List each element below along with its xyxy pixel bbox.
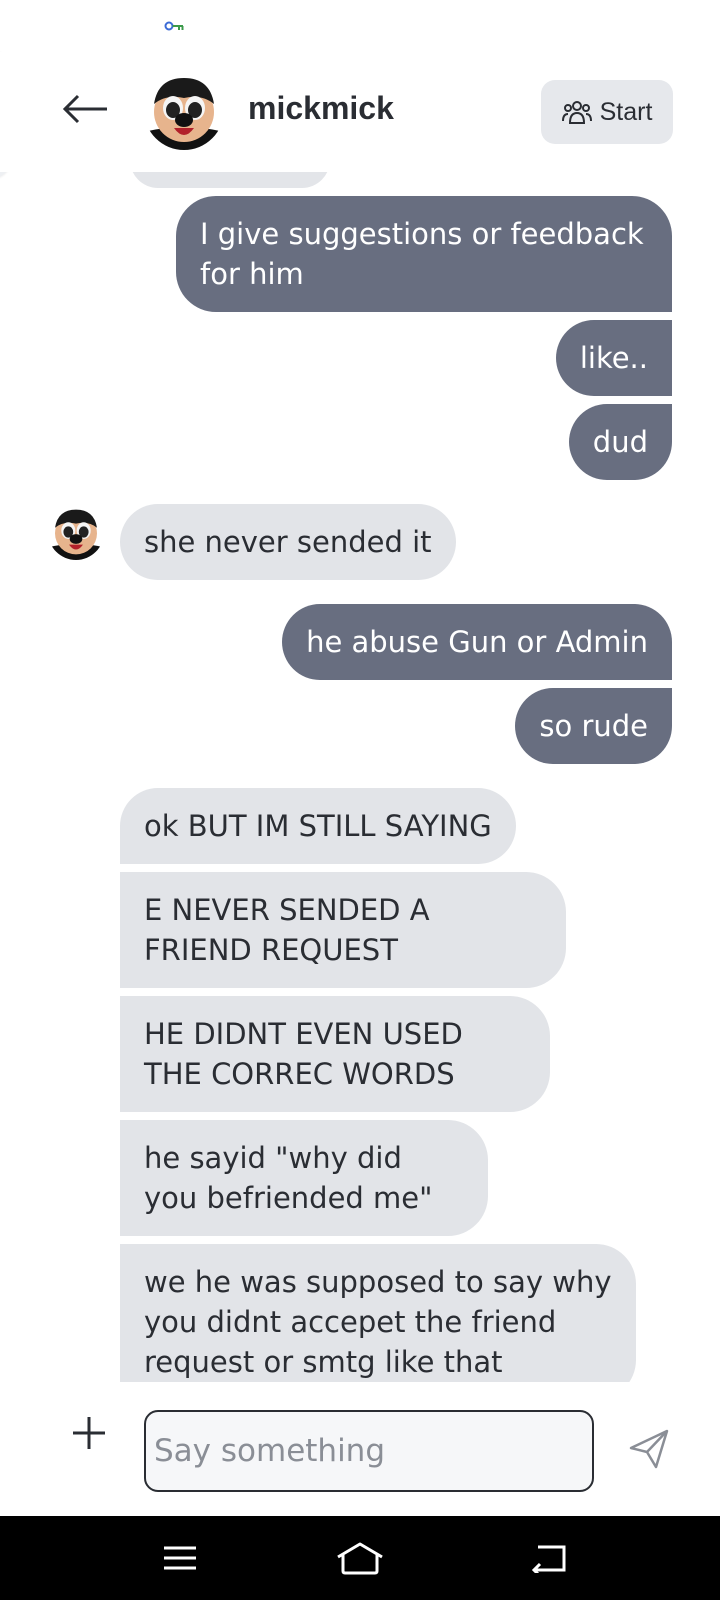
avatar[interactable] <box>144 70 224 150</box>
message-bubble-incoming[interactable]: he sayid "why did you befriended me" <box>120 1120 488 1236</box>
add-attachment-button[interactable] <box>64 1408 114 1458</box>
message-input-box[interactable] <box>144 1410 594 1492</box>
back-button[interactable] <box>56 84 116 134</box>
plus-icon <box>73 1417 105 1449</box>
back-nav-icon <box>531 1545 566 1573</box>
message-bubble-outgoing[interactable]: so rude <box>515 688 672 764</box>
mouse-avatar-icon <box>48 504 104 560</box>
message-input[interactable] <box>146 1412 592 1490</box>
send-button[interactable] <box>624 1424 674 1474</box>
recent-apps-button[interactable] <box>150 1534 210 1582</box>
message-bubble-outgoing[interactable]: dud <box>568 404 672 480</box>
key-icon <box>164 21 184 31</box>
home-icon <box>337 1542 383 1575</box>
message-bubble-incoming[interactable]: ok BUT IM STILL SAYING <box>120 788 516 864</box>
message-composer <box>0 1382 720 1516</box>
message-list[interactable]: I give suggestions or feedback for him l… <box>0 172 720 1382</box>
send-icon <box>629 1429 669 1469</box>
back-arrow-icon <box>62 94 107 124</box>
message-bubble-incoming[interactable]: HE DIDNT EVEN USED THE CORREC WORDS <box>120 996 550 1112</box>
message-bubble-outgoing[interactable]: he abuse Gun or Admin <box>282 604 672 680</box>
message-bubble-incoming[interactable]: E NEVER SENDED A FRIEND REQUEST <box>120 872 566 988</box>
mouse-avatar-icon <box>144 70 224 150</box>
start-button-label: Start <box>599 97 653 126</box>
status-bar <box>0 0 720 52</box>
start-button[interactable]: Start <box>541 80 673 144</box>
avatar[interactable] <box>48 504 104 560</box>
chat-username[interactable]: mickmick <box>248 90 394 127</box>
back-nav-button[interactable] <box>520 1534 580 1582</box>
message-bubble-outgoing[interactable]: I give suggestions or feedback for him <box>176 196 672 312</box>
system-navigation-bar <box>0 1516 720 1600</box>
group-icon <box>561 101 592 124</box>
message-bubble-outgoing[interactable]: like.. <box>555 320 672 396</box>
menu-lines-icon <box>164 1546 196 1570</box>
message-bubble-incoming[interactable]: she never sended it <box>120 504 456 580</box>
previous-message-bubble <box>130 172 330 188</box>
home-button[interactable] <box>330 1534 390 1582</box>
message-bubble-incoming[interactable]: we he was supposed to say why you didnt … <box>120 1244 636 1382</box>
chat-header: mickmick Start <box>0 52 720 172</box>
